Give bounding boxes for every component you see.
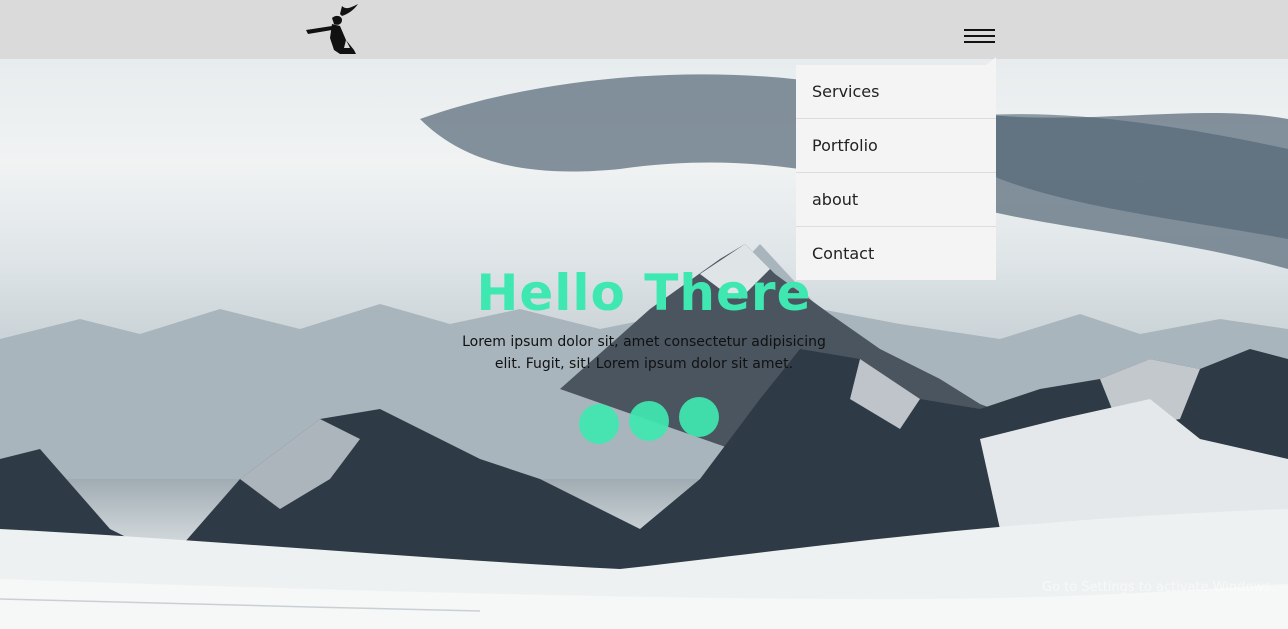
dropdown-item-portfolio[interactable]: Portfolio	[796, 119, 996, 173]
top-navbar	[0, 0, 1288, 59]
hero-dot-3[interactable]	[679, 397, 719, 437]
hero-description-line-1: Lorem ipsum dolor sit, amet consectetur …	[462, 334, 826, 350]
hero-title: Hello There	[476, 264, 812, 322]
dropdown-item-about[interactable]: about	[796, 173, 996, 227]
activation-watermark: Go to Settings to activate Windows.	[1042, 580, 1275, 595]
hamburger-line	[964, 41, 995, 43]
hero-dot-1[interactable]	[579, 404, 619, 444]
hero-dot-2[interactable]	[629, 401, 669, 441]
nav-dropdown: Services Portfolio about Contact	[796, 57, 996, 280]
hamburger-menu-button[interactable]	[964, 27, 997, 47]
hamburger-line	[964, 35, 995, 37]
hamburger-line	[964, 29, 995, 31]
dropdown-item-services[interactable]: Services	[796, 65, 996, 119]
dropdown-item-contact[interactable]: Contact	[796, 227, 996, 280]
samurai-logo[interactable]	[302, 4, 360, 56]
hero-description: Lorem ipsum dolor sit, amet consectetur …	[444, 331, 844, 375]
hero-description-line-2: elit. Fugit, sit! Lorem ipsum dolor sit …	[494, 356, 794, 372]
